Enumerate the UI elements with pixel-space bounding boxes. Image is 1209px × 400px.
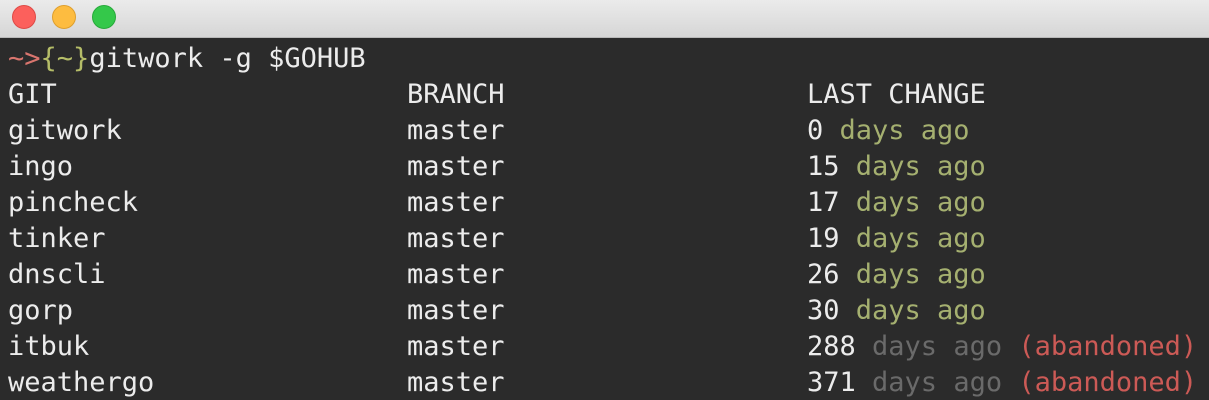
repo-name: ingo bbox=[8, 151, 74, 182]
branch-name: master bbox=[407, 295, 505, 326]
repo-name: weathergo bbox=[8, 367, 155, 398]
days-ago-label: days ago bbox=[839, 295, 986, 326]
title-bar[interactable] bbox=[0, 0, 1209, 38]
minimize-button[interactable] bbox=[52, 5, 76, 29]
last-change: 26 days ago bbox=[807, 257, 986, 293]
close-button[interactable] bbox=[12, 5, 36, 29]
branch-name: master bbox=[407, 223, 505, 254]
prompt-cwd: ~ bbox=[56, 43, 74, 74]
repo-name: tinker bbox=[8, 223, 106, 254]
branch-name: master bbox=[407, 115, 505, 146]
days-ago-label: days ago bbox=[855, 367, 1003, 398]
days-count: 0 bbox=[807, 115, 824, 146]
days-count: 17 bbox=[807, 187, 840, 218]
branch-name: master bbox=[407, 259, 505, 290]
terminal-window: ~>{~}gitwork -g $GOHUB GIT BRANCH LAST C… bbox=[0, 0, 1209, 400]
days-ago-label: days ago bbox=[839, 187, 986, 218]
last-change: 19 days ago bbox=[807, 221, 986, 257]
days-ago-label: days ago bbox=[823, 115, 970, 146]
repo-name: itbuk bbox=[8, 331, 90, 362]
days-count: 19 bbox=[807, 223, 840, 254]
zoom-button[interactable] bbox=[92, 5, 116, 29]
abandoned-badge: (abandoned) bbox=[1002, 331, 1198, 362]
repo-name: gorp bbox=[8, 295, 74, 326]
branch-name: master bbox=[407, 367, 505, 398]
last-change: 288 days ago (abandoned) bbox=[807, 329, 1197, 365]
prompt-brace-open: { bbox=[40, 43, 57, 74]
prompt-line: ~>{~}gitwork -g $GOHUB bbox=[8, 41, 366, 77]
days-count: 26 bbox=[807, 259, 840, 290]
branch-name: master bbox=[407, 331, 505, 362]
days-count: 371 bbox=[807, 367, 856, 398]
header-last-change: LAST CHANGE bbox=[807, 79, 986, 110]
days-ago-label: days ago bbox=[855, 331, 1003, 362]
days-ago-label: days ago bbox=[839, 151, 986, 182]
terminal-output[interactable]: ~>{~}gitwork -g $GOHUB GIT BRANCH LAST C… bbox=[0, 38, 1209, 400]
header-git: GIT bbox=[8, 79, 57, 110]
prompt-arrow: ~> bbox=[8, 43, 41, 74]
last-change: 0 days ago bbox=[807, 113, 970, 149]
last-change: 17 days ago bbox=[807, 185, 986, 221]
days-count: 30 bbox=[807, 295, 840, 326]
days-ago-label: days ago bbox=[839, 259, 986, 290]
days-count: 288 bbox=[807, 331, 856, 362]
days-count: 15 bbox=[807, 151, 840, 182]
last-change: 371 days ago (abandoned) bbox=[807, 365, 1197, 400]
branch-name: master bbox=[407, 187, 505, 218]
last-change: 30 days ago bbox=[807, 293, 986, 329]
days-ago-label: days ago bbox=[839, 223, 986, 254]
header-branch: BRANCH bbox=[407, 79, 505, 110]
prompt-brace-close: } bbox=[73, 43, 90, 74]
abandoned-badge: (abandoned) bbox=[1002, 367, 1198, 398]
branch-name: master bbox=[407, 151, 505, 182]
last-change: 15 days ago bbox=[807, 149, 986, 185]
repo-name: pincheck bbox=[8, 187, 139, 218]
repo-name: gitwork bbox=[8, 115, 122, 146]
repo-name: dnscli bbox=[8, 259, 106, 290]
table-header: GIT BRANCH LAST CHANGE bbox=[8, 77, 986, 113]
prompt-command: gitwork -g $GOHUB bbox=[89, 43, 366, 74]
